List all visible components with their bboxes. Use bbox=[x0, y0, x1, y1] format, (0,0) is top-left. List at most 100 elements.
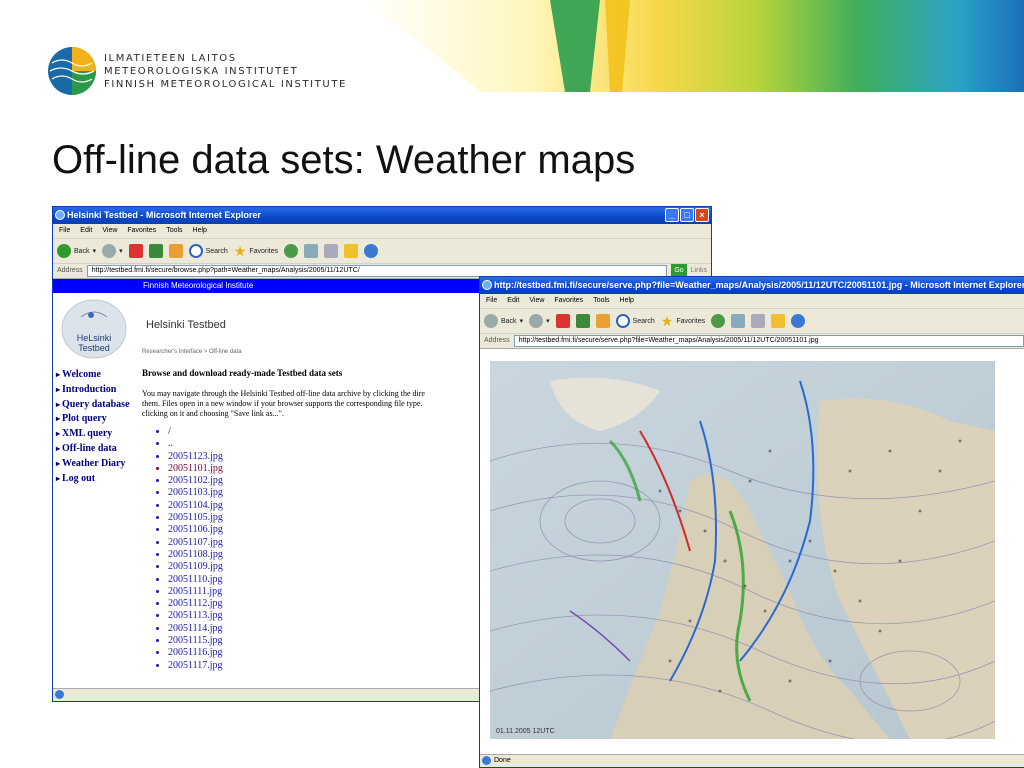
file-link[interactable]: 20051110.jpg bbox=[168, 574, 482, 586]
stop-button[interactable] bbox=[555, 314, 570, 328]
menu-file[interactable]: File bbox=[486, 294, 497, 308]
nav-weather-diary[interactable]: Weather Diary bbox=[56, 457, 130, 472]
file-link[interactable]: 20051111.jpg bbox=[168, 586, 482, 598]
address-label: Address bbox=[57, 267, 83, 274]
window-titlebar[interactable]: Helsinki Testbed - Microsoft Internet Ex… bbox=[53, 207, 711, 224]
menu-favorites[interactable]: Favorites bbox=[554, 294, 583, 308]
file-link[interactable]: 20051116.jpg bbox=[168, 647, 482, 659]
menu-favorites[interactable]: Favorites bbox=[127, 224, 156, 238]
messenger-button[interactable] bbox=[364, 244, 379, 258]
minimize-button[interactable]: _ bbox=[665, 208, 679, 222]
menu-tools[interactable]: Tools bbox=[593, 294, 609, 308]
back-button[interactable]: Back ▾ bbox=[57, 244, 96, 258]
file-link[interactable]: 20051117.jpg bbox=[168, 660, 482, 672]
logo-caption: HeLsinki Testbed bbox=[76, 333, 112, 353]
messenger-button[interactable] bbox=[791, 314, 806, 328]
ie-icon bbox=[482, 280, 492, 290]
nav-xml-query[interactable]: XML query bbox=[56, 427, 130, 442]
header-color-band bbox=[360, 0, 1024, 92]
org-line-sv: METEOROLOGISKA INSTITUTET bbox=[104, 66, 299, 77]
menu-bar: File Edit View Favorites Tools Help bbox=[53, 224, 711, 239]
nav-introduction[interactable]: Introduction bbox=[56, 383, 130, 398]
file-link[interactable]: 20051115.jpg bbox=[168, 635, 482, 647]
file-link[interactable]: 20051104.jpg bbox=[168, 500, 482, 512]
weather-map-image: 01.11.2005 12UTC bbox=[490, 361, 995, 739]
address-label: Address bbox=[484, 337, 510, 344]
file-link[interactable]: / bbox=[168, 426, 482, 438]
print-button[interactable] bbox=[751, 314, 766, 328]
file-link[interactable]: 20051114.jpg bbox=[168, 623, 482, 635]
window-title: Helsinki Testbed - Microsoft Internet Ex… bbox=[67, 210, 261, 220]
folder-button[interactable] bbox=[771, 314, 786, 328]
file-link[interactable]: 20051107.jpg bbox=[168, 537, 482, 549]
globe-icon bbox=[791, 314, 806, 328]
home-button[interactable] bbox=[168, 244, 183, 258]
file-link[interactable]: 20051123.jpg bbox=[168, 451, 482, 463]
status-text: Done bbox=[494, 757, 511, 764]
file-link[interactable]: 20051108.jpg bbox=[168, 549, 482, 561]
maximize-button[interactable]: □ bbox=[680, 208, 694, 222]
menu-edit[interactable]: Edit bbox=[507, 294, 519, 308]
file-link[interactable]: 20051102.jpg bbox=[168, 475, 482, 487]
window-titlebar[interactable]: http://testbed.fmi.fi/secure/serve.php?f… bbox=[480, 277, 1024, 294]
favorites-button[interactable]: ★ Favorites bbox=[661, 313, 705, 330]
folder-button[interactable] bbox=[344, 244, 359, 258]
menu-view[interactable]: View bbox=[102, 224, 117, 238]
page-icon bbox=[55, 690, 64, 699]
nav-query-database[interactable]: Query database bbox=[56, 398, 130, 413]
search-button[interactable]: Search bbox=[615, 314, 655, 328]
file-link[interactable]: 20051113.jpg bbox=[168, 610, 482, 622]
file-link[interactable]: 20051101.jpg bbox=[168, 463, 482, 475]
file-list: / .. 20051123.jpg 20051101.jpg 20051102.… bbox=[142, 426, 482, 672]
history-button[interactable] bbox=[711, 314, 726, 328]
print-button[interactable] bbox=[324, 244, 339, 258]
forward-button[interactable]: ▾ bbox=[102, 244, 123, 258]
nav-welcome[interactable]: Welcome bbox=[56, 368, 130, 383]
home-icon bbox=[595, 314, 610, 328]
breadcrumb: Researcher's Interface > Off-line data bbox=[142, 349, 242, 355]
file-link[interactable]: 20051103.jpg bbox=[168, 487, 482, 499]
forward-button[interactable]: ▾ bbox=[529, 314, 550, 328]
mail-icon bbox=[731, 314, 746, 328]
menu-tools[interactable]: Tools bbox=[166, 224, 182, 238]
fmi-logo-icon bbox=[48, 47, 96, 95]
refresh-button[interactable] bbox=[575, 314, 590, 328]
browser-window-image[interactable]: http://testbed.fmi.fi/secure/serve.php?f… bbox=[479, 276, 1024, 768]
map-timestamp: 01.11.2005 12UTC bbox=[496, 728, 555, 735]
stop-button[interactable] bbox=[128, 244, 143, 258]
status-bar: Done bbox=[480, 754, 1024, 767]
close-button[interactable]: × bbox=[695, 208, 709, 222]
refresh-button[interactable] bbox=[148, 244, 163, 258]
stop-icon bbox=[555, 314, 570, 328]
file-link[interactable]: .. bbox=[168, 438, 482, 450]
home-button[interactable] bbox=[595, 314, 610, 328]
address-bar: Address http://testbed.fmi.fi/secure/ser… bbox=[480, 334, 1024, 349]
history-button[interactable] bbox=[284, 244, 299, 258]
stop-icon bbox=[128, 244, 143, 258]
menu-view[interactable]: View bbox=[529, 294, 544, 308]
forward-arrow-icon bbox=[102, 244, 117, 258]
favorites-button[interactable]: ★ Favorites bbox=[234, 243, 278, 260]
mail-button[interactable] bbox=[731, 314, 746, 328]
nav-off-line-data[interactable]: Off-line data bbox=[56, 442, 130, 457]
nav-log-out[interactable]: Log out bbox=[56, 472, 130, 487]
sidebar-nav: Welcome Introduction Query database Plot… bbox=[56, 368, 130, 486]
search-icon bbox=[188, 244, 203, 258]
forward-arrow-icon bbox=[529, 314, 544, 328]
menu-help[interactable]: Help bbox=[620, 294, 634, 308]
file-link[interactable]: 20051112.jpg bbox=[168, 598, 482, 610]
file-link[interactable]: 20051105.jpg bbox=[168, 512, 482, 524]
menu-file[interactable]: File bbox=[59, 224, 70, 238]
mail-button[interactable] bbox=[304, 244, 319, 258]
search-button[interactable]: Search bbox=[188, 244, 228, 258]
folder-icon bbox=[344, 244, 359, 258]
menu-help[interactable]: Help bbox=[193, 224, 207, 238]
back-arrow-icon bbox=[57, 244, 71, 258]
site-name: Helsinki Testbed bbox=[146, 319, 226, 331]
file-link[interactable]: 20051106.jpg bbox=[168, 524, 482, 536]
file-link[interactable]: 20051109.jpg bbox=[168, 561, 482, 573]
back-button[interactable]: Back ▾ bbox=[484, 314, 523, 328]
address-input[interactable]: http://testbed.fmi.fi/secure/serve.php?f… bbox=[513, 335, 1024, 347]
nav-plot-query[interactable]: Plot query bbox=[56, 412, 130, 427]
menu-edit[interactable]: Edit bbox=[80, 224, 92, 238]
